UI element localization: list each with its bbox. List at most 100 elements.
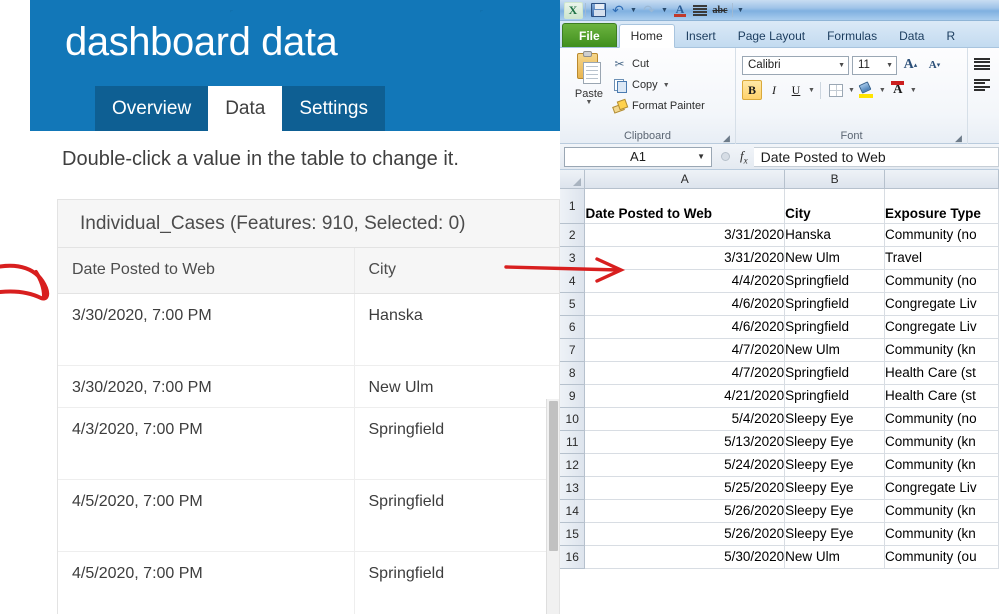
tab-review[interactable]: R	[935, 24, 966, 47]
spreadsheet-cell[interactable]: Exposure Type	[884, 188, 999, 224]
cancel-icon[interactable]	[720, 152, 730, 161]
column-header-b[interactable]: B	[784, 170, 886, 189]
tab-home[interactable]: Home	[618, 24, 675, 48]
cell-city[interactable]: Springfield	[354, 407, 559, 480]
align-left-icon[interactable]	[974, 79, 990, 91]
tab-settings[interactable]: Settings	[282, 86, 385, 131]
spreadsheet-cell[interactable]: New Ulm	[784, 545, 886, 569]
borders-button[interactable]	[826, 80, 846, 100]
redo-dropdown-icon[interactable]: ▼	[659, 7, 670, 14]
spreadsheet-cell[interactable]: Community (kn	[884, 338, 999, 362]
font-dialog-launcher-icon[interactable]: ◢	[955, 133, 964, 143]
font-name-input[interactable]: Calibri ▼	[742, 55, 849, 75]
spreadsheet-row[interactable]: 5 4/6/2020 Springfield Congregate Liv	[560, 292, 999, 316]
spreadsheet-cell[interactable]: Community (no	[884, 269, 999, 293]
spreadsheet-row[interactable]: 9 4/21/2020 Springfield Health Care (st	[560, 384, 999, 408]
row-header[interactable]: 8	[560, 361, 586, 385]
cell-date[interactable]: 3/30/2020, 7:00 PM	[58, 293, 355, 366]
copy-button[interactable]: Copy ▼	[612, 76, 711, 94]
spreadsheet-cell[interactable]: Springfield	[784, 315, 886, 339]
tab-data[interactable]: Data	[888, 24, 935, 47]
column-header-city[interactable]: City	[354, 248, 559, 294]
align-top-icon[interactable]	[974, 58, 990, 70]
row-header[interactable]: 9	[560, 384, 586, 408]
tab-file[interactable]: File	[562, 23, 617, 47]
spreadsheet-cell[interactable]: Health Care (st	[884, 384, 999, 408]
undo-dropdown-icon[interactable]: ▼	[628, 7, 639, 14]
chevron-down-icon[interactable]: ▼	[886, 62, 893, 69]
table-row[interactable]: 3/30/2020, 7:00 PM Hanska	[58, 293, 559, 366]
spreadsheet-cell[interactable]: Sleepy Eye	[784, 453, 886, 477]
bold-button[interactable]: B	[742, 80, 762, 100]
tab-formulas[interactable]: Formulas	[816, 24, 888, 47]
spreadsheet-cell[interactable]: Community (no	[884, 223, 999, 247]
chevron-down-icon[interactable]: ▼	[848, 87, 855, 94]
row-header[interactable]: 2	[560, 223, 586, 247]
save-icon[interactable]	[588, 1, 608, 20]
spreadsheet-cell[interactable]: Community (no	[884, 407, 999, 431]
row-header[interactable]: 7	[560, 338, 586, 362]
cell-city[interactable]: Hanska	[354, 293, 559, 366]
spreadsheet-cell[interactable]: 5/30/2020	[584, 545, 786, 569]
column-header-a[interactable]: A	[584, 170, 786, 189]
spreadsheet-cell[interactable]: 4/6/2020	[584, 315, 786, 339]
chevron-down-icon[interactable]: ▼	[879, 87, 886, 94]
row-header[interactable]: 13	[560, 476, 586, 500]
font-color-button[interactable]: A	[888, 80, 908, 100]
tab-data[interactable]: Data	[208, 86, 283, 131]
spreadsheet-cell[interactable]: 4/7/2020	[584, 361, 786, 385]
row-header[interactable]: 3	[560, 246, 586, 270]
row-header[interactable]: 11	[560, 430, 586, 454]
spreadsheet-cell[interactable]: 5/25/2020	[584, 476, 786, 500]
spreadsheet-cell[interactable]: Date Posted to Web	[584, 188, 786, 224]
spreadsheet-cell[interactable]: Travel	[884, 246, 999, 270]
spreadsheet-row[interactable]: 4 4/4/2020 Springfield Community (no	[560, 269, 999, 293]
spreadsheet-cell[interactable]: Sleepy Eye	[784, 522, 886, 546]
font-size-input[interactable]: 11 ▼	[852, 55, 897, 75]
scrollbar-thumb[interactable]	[549, 401, 558, 551]
spreadsheet-cell[interactable]: Congregate Liv	[884, 476, 999, 500]
cell-date[interactable]: 4/5/2020, 7:00 PM	[58, 479, 355, 552]
spreadsheet-cell[interactable]: 5/24/2020	[584, 453, 786, 477]
spreadsheet-cell[interactable]: 4/4/2020	[584, 269, 786, 293]
table-row[interactable]: 4/5/2020, 7:00 PM Springfield	[58, 479, 559, 552]
format-painter-button[interactable]: Format Painter	[612, 97, 711, 115]
formula-bar-input[interactable]: Date Posted to Web	[753, 146, 999, 167]
spreadsheet-cell[interactable]: Springfield	[784, 292, 886, 316]
spreadsheet-row[interactable]: 11 5/13/2020 Sleepy Eye Community (kn	[560, 430, 999, 454]
spreadsheet-row[interactable]: 6 4/6/2020 Springfield Congregate Liv	[560, 315, 999, 339]
cell-date[interactable]: 4/3/2020, 7:00 PM	[58, 407, 355, 480]
cell-city[interactable]: Springfield	[354, 479, 559, 552]
spreadsheet-cell[interactable]: Congregate Liv	[884, 315, 999, 339]
spreadsheet-cell[interactable]: 3/31/2020	[584, 223, 786, 247]
spreadsheet-cell[interactable]: 3/31/2020	[584, 246, 786, 270]
column-header-date-posted[interactable]: Date Posted to Web	[58, 248, 355, 294]
increase-font-size-button[interactable]: A ▴	[900, 55, 921, 75]
chevron-down-icon[interactable]: ▼	[586, 99, 593, 106]
tab-page-layout[interactable]: Page Layout	[727, 24, 816, 47]
table-row[interactable]: 3/30/2020, 7:00 PM New Ulm	[58, 365, 559, 408]
spreadsheet-cell[interactable]: 4/7/2020	[584, 338, 786, 362]
undo-icon[interactable]: ↶	[608, 1, 628, 20]
chevron-down-icon[interactable]: ▼	[910, 87, 917, 94]
row-header[interactable]: 15	[560, 522, 586, 546]
spreadsheet-cell[interactable]: Springfield	[784, 361, 886, 385]
cut-button[interactable]: ✂ Cut	[612, 55, 711, 73]
row-header[interactable]: 6	[560, 315, 586, 339]
spreadsheet-row[interactable]: 7 4/7/2020 New Ulm Community (kn	[560, 338, 999, 362]
italic-button[interactable]: I	[764, 80, 784, 100]
paste-button[interactable]: Paste ▼	[566, 51, 612, 123]
customize-quick-access-icon[interactable]: ▼	[735, 7, 746, 14]
spreadsheet-cell[interactable]: Community (ou	[884, 545, 999, 569]
spreadsheet-cell[interactable]: Springfield	[784, 384, 886, 408]
cell-date[interactable]: 4/5/2020, 7:00 PM	[58, 551, 355, 614]
name-box[interactable]: A1 ▼	[564, 146, 712, 167]
spreadsheet-row[interactable]: 12 5/24/2020 Sleepy Eye Community (kn	[560, 453, 999, 477]
spreadsheet-cell[interactable]: New Ulm	[784, 246, 886, 270]
dashboard-table-scrollbar[interactable]	[546, 399, 559, 614]
spreadsheet-cell[interactable]: Sleepy Eye	[784, 430, 886, 454]
cell-city[interactable]: Springfield	[354, 551, 559, 614]
spreadsheet-cell[interactable]: Congregate Liv	[884, 292, 999, 316]
fill-color-button[interactable]	[857, 80, 877, 100]
chevron-down-icon[interactable]: ▼	[697, 152, 705, 161]
